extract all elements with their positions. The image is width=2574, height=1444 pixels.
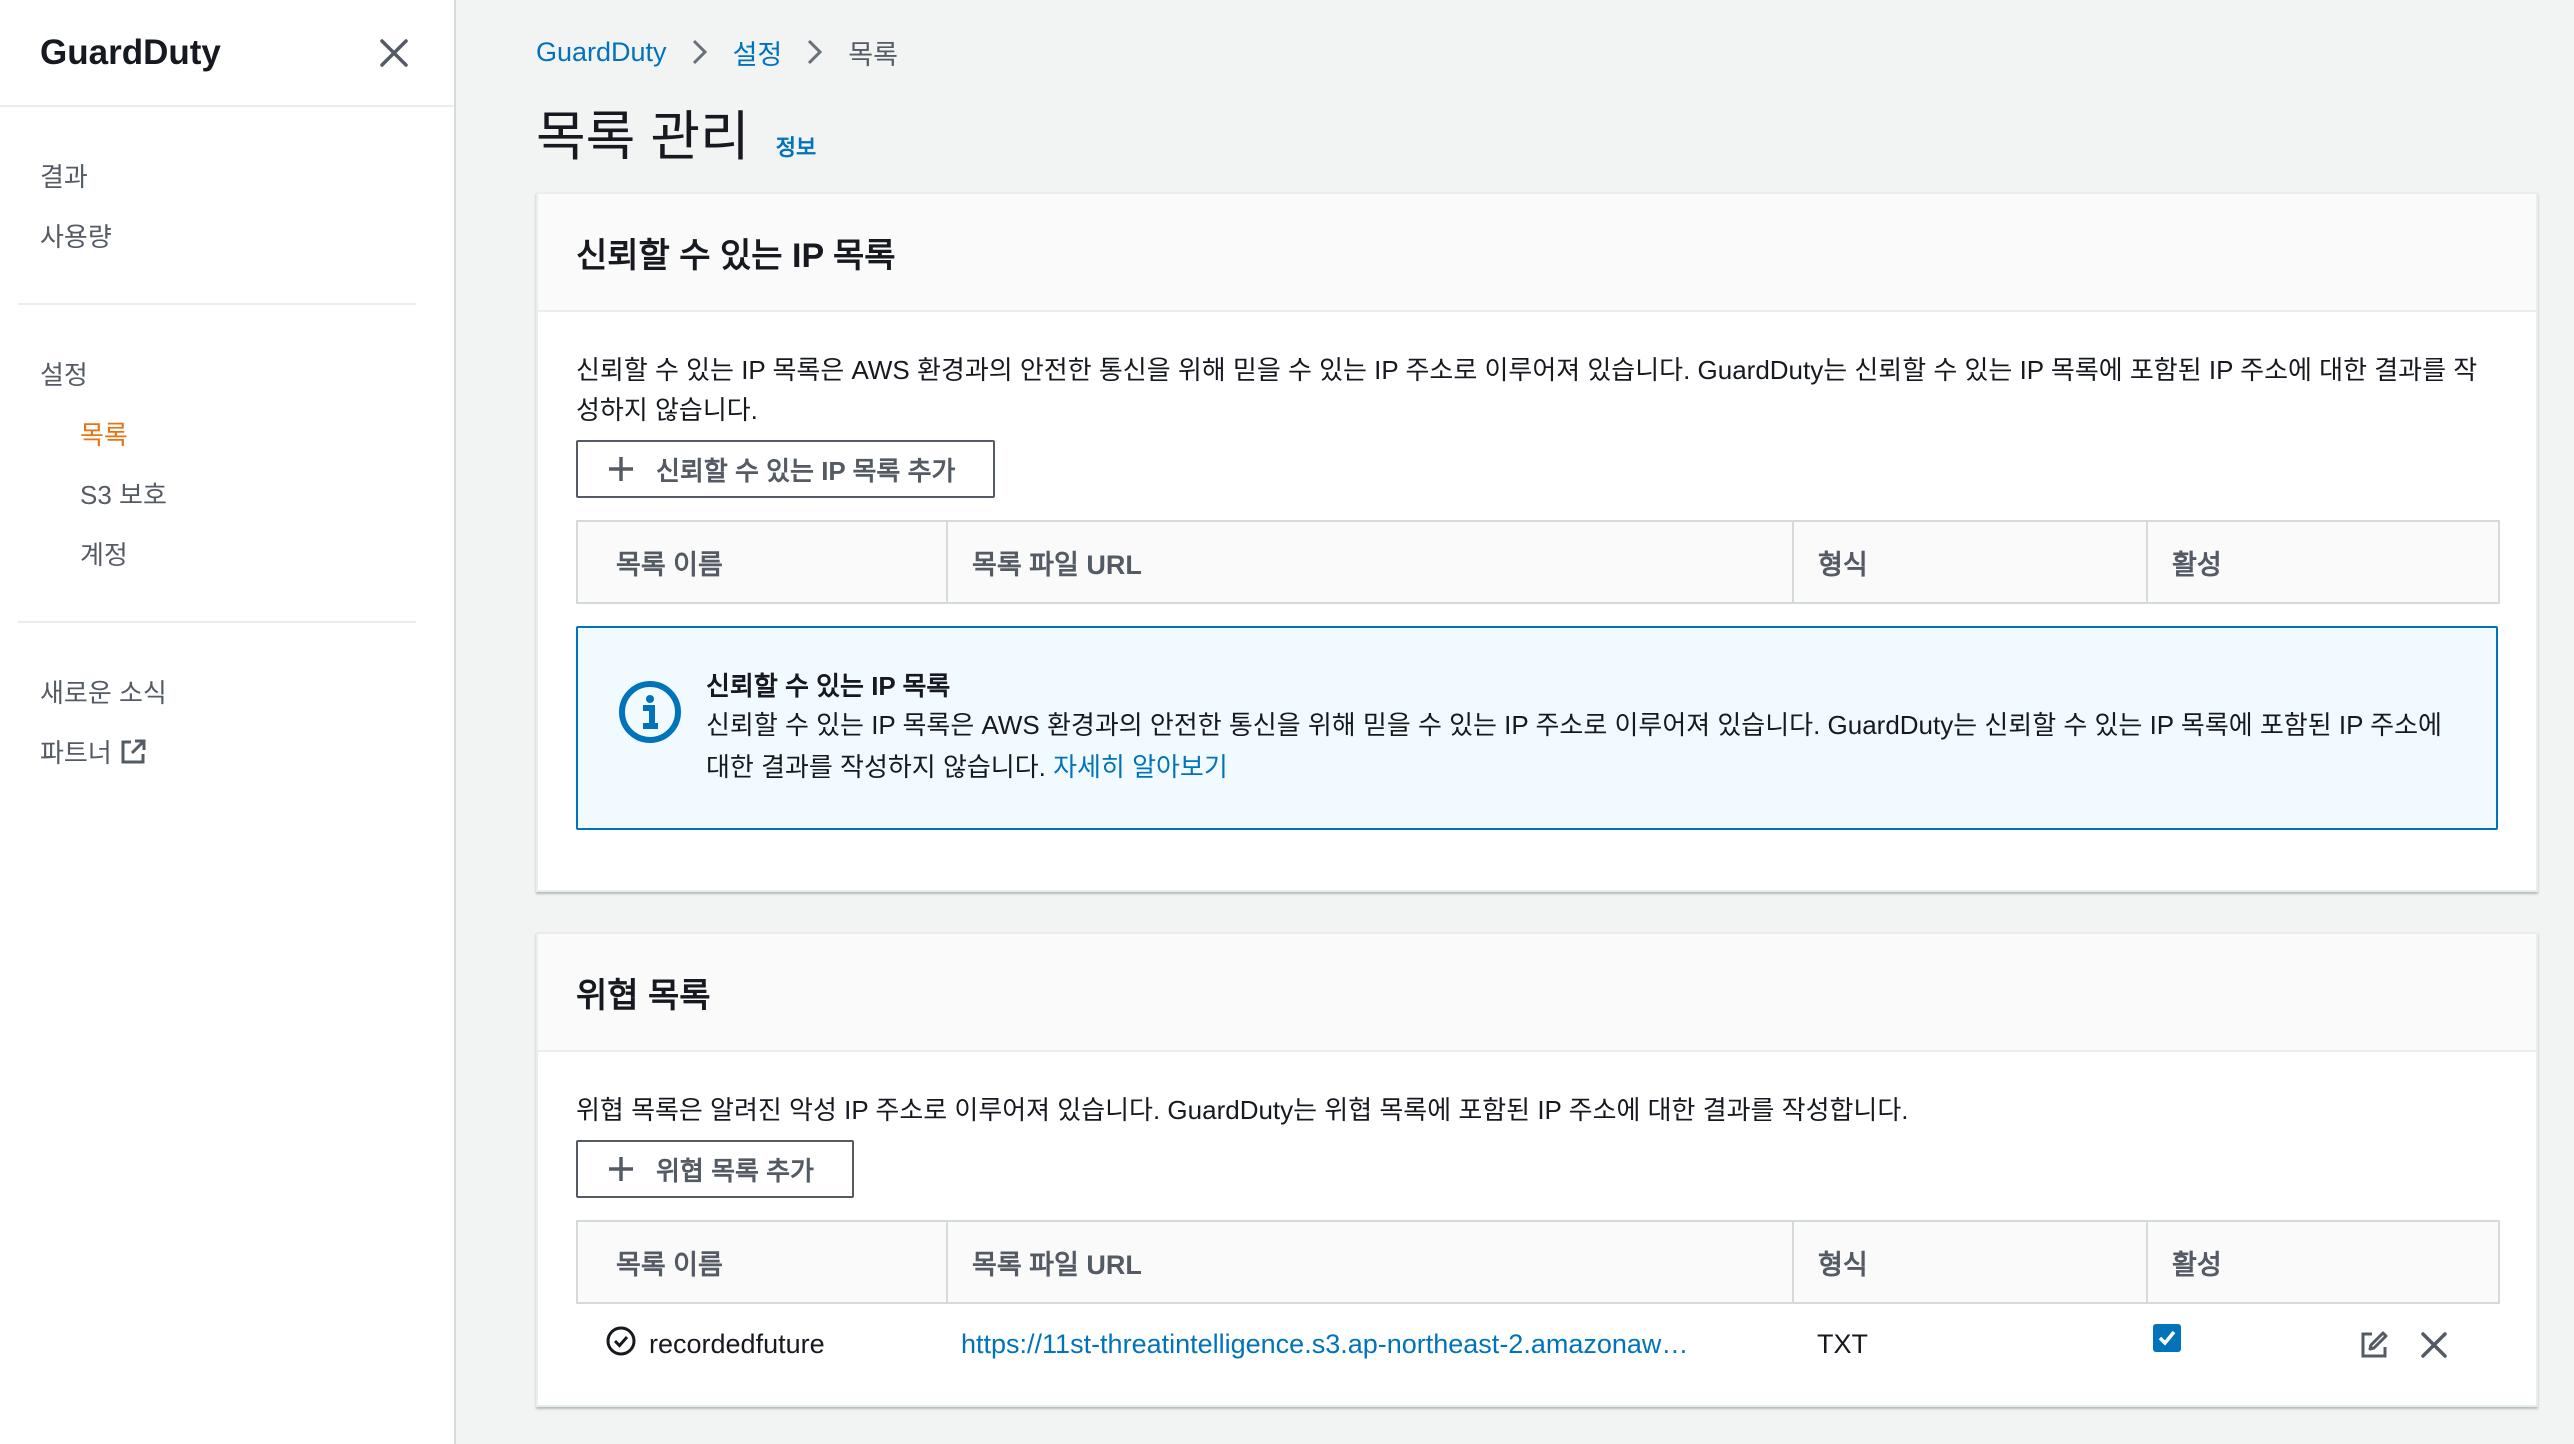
- sidebar-item-usage[interactable]: 사용량: [18, 207, 416, 267]
- trusted-ip-table: 목록 이름 목록 파일 URL 형식 활성: [576, 520, 2500, 604]
- row-name-wrap: recordedfuture: [605, 1325, 947, 1364]
- info-link[interactable]: 정보: [776, 130, 816, 162]
- threat-list-title: 위협 목록: [576, 976, 711, 1015]
- alert-title: 신뢰할 수 있는 IP 목록: [706, 671, 951, 701]
- cell-file-url: https://11st-threatintelligence.s3.ap-no…: [947, 1303, 1793, 1385]
- sidebar-item-lists[interactable]: 목록: [18, 405, 416, 465]
- sidebar-item-accounts[interactable]: 계정: [18, 525, 416, 585]
- sidebar-item-settings[interactable]: 설정: [18, 345, 416, 405]
- column-header-active[interactable]: 활성: [2146, 1220, 2500, 1304]
- checkmark-icon: [2158, 1330, 2176, 1346]
- breadcrumb-settings[interactable]: 설정: [733, 33, 783, 72]
- sidebar-section-extra: 새로운 소식 파트너: [18, 623, 416, 824]
- table-header-row: 목록 이름 목록 파일 URL 형식 활성: [576, 1220, 2500, 1304]
- learn-more-link[interactable]: 자세히 알아보기: [1053, 752, 1228, 782]
- sidebar-title[interactable]: GuardDuty: [40, 33, 221, 73]
- breadcrumb-current: 목록: [848, 39, 898, 70]
- sidebar-item-partners[interactable]: 파트너: [18, 723, 416, 788]
- chevron-right-icon: [806, 38, 824, 66]
- trusted-ip-info-alert: 신뢰할 수 있는 IP 목록 신뢰할 수 있는 IP 목록은 AWS 환경과의 …: [576, 626, 2498, 830]
- active-checkbox[interactable]: [2153, 1323, 2181, 1352]
- cell-format: TXT: [1817, 1329, 1868, 1359]
- table-header-row: 목록 이름 목록 파일 URL 형식 활성: [576, 520, 2500, 604]
- row-actions: [2359, 1330, 2499, 1360]
- sidebar-item-partners-label: 파트너: [40, 738, 112, 768]
- external-link-icon: [118, 737, 148, 776]
- column-header-list-name[interactable]: 목록 이름: [576, 1220, 948, 1304]
- column-header-active[interactable]: 활성: [2146, 520, 2500, 604]
- threat-list-panel: 위협 목록 위협 목록은 알려진 악성 IP 주소로 이루어져 있습니다. Gu…: [536, 932, 2538, 1407]
- edit-icon[interactable]: [2359, 1330, 2389, 1360]
- add-trusted-ip-list-button[interactable]: 신뢰할 수 있는 IP 목록 추가: [576, 440, 996, 498]
- plus-icon: [606, 454, 636, 484]
- add-threat-list-label: 위협 목록 추가: [656, 1155, 814, 1186]
- column-header-format[interactable]: 형식: [1792, 520, 2148, 604]
- trusted-ip-panel-header: 신뢰할 수 있는 IP 목록: [538, 194, 2536, 312]
- page-header: 목록 관리 정보: [536, 92, 2538, 172]
- sidebar-item-whats-new[interactable]: 새로운 소식: [18, 663, 416, 723]
- alert-content: 신뢰할 수 있는 IP 목록 신뢰할 수 있는 IP 목록은 AWS 환경과의 …: [706, 668, 2456, 788]
- column-header-file-url[interactable]: 목록 파일 URL: [946, 1220, 1794, 1304]
- cell-list-name: recordedfuture: [577, 1303, 947, 1385]
- trusted-ip-panel: 신뢰할 수 있는 IP 목록 신뢰할 수 있는 IP 목록은 AWS 환경과의 …: [536, 192, 2538, 892]
- add-threat-list-button[interactable]: 위협 목록 추가: [576, 1140, 854, 1198]
- trusted-ip-description: 신뢰할 수 있는 IP 목록은 AWS 환경과의 안전한 통신을 위해 믿을 수…: [576, 355, 2478, 425]
- chevron-right-icon: [691, 38, 709, 66]
- check-circle-icon: [605, 1325, 649, 1364]
- threat-list-description: 위협 목록은 알려진 악성 IP 주소로 이루어져 있습니다. GuardDut…: [576, 1095, 1909, 1125]
- plus-icon: [606, 1154, 636, 1184]
- list-file-url-link[interactable]: https://11st-threatintelligence.s3.ap-no…: [961, 1329, 1781, 1360]
- sidebar-section-settings: 설정 목록 S3 보호 계정: [18, 305, 416, 623]
- main-content: GuardDuty 설정 목록 목록 관리 정보 신뢰할 수 있는 IP 목록 …: [536, 0, 2538, 1407]
- threat-list-panel-body: 위협 목록은 알려진 악성 IP 주소로 이루어져 있습니다. GuardDut…: [538, 1052, 2536, 1405]
- threat-list-table: 목록 이름 목록 파일 URL 형식 활성 recordedfuture htt…: [576, 1220, 2500, 1385]
- column-header-file-url[interactable]: 목록 파일 URL: [946, 520, 1794, 604]
- trusted-ip-panel-body: 신뢰할 수 있는 IP 목록은 AWS 환경과의 안전한 통신을 위해 믿을 수…: [538, 312, 2536, 890]
- breadcrumb-guardduty[interactable]: GuardDuty: [536, 37, 667, 68]
- sidebar-header: GuardDuty: [0, 0, 454, 107]
- column-header-list-name[interactable]: 목록 이름: [576, 520, 948, 604]
- page-title: 목록 관리: [536, 107, 750, 167]
- sidebar-item-findings[interactable]: 결과: [18, 147, 416, 207]
- breadcrumb: GuardDuty 설정 목록: [536, 0, 2538, 104]
- sidebar: GuardDuty 결과 사용량 설정 목록 S3 보호 계정 새로운 소식 파…: [0, 0, 456, 1444]
- close-icon[interactable]: [374, 33, 414, 73]
- sidebar-section-main: 결과 사용량: [18, 107, 416, 305]
- trusted-ip-title: 신뢰할 수 있는 IP 목록: [576, 236, 896, 275]
- threat-list-panel-header: 위협 목록: [538, 934, 2536, 1052]
- add-trusted-ip-list-label: 신뢰할 수 있는 IP 목록 추가: [656, 455, 956, 486]
- alert-text: 신뢰할 수 있는 IP 목록은 AWS 환경과의 안전한 통신을 위해 믿을 수…: [706, 704, 2456, 788]
- column-header-format[interactable]: 형식: [1792, 1220, 2148, 1304]
- list-name: recordedfuture: [649, 1329, 825, 1359]
- info-icon: [618, 668, 684, 788]
- sidebar-item-s3-protection[interactable]: S3 보호: [18, 465, 416, 525]
- active-cell-wrap: [2153, 1323, 2499, 1360]
- alert-body: 신뢰할 수 있는 IP 목록은 AWS 환경과의 안전한 통신을 위해 믿을 수…: [706, 710, 2442, 782]
- cell-active: [2147, 1303, 2499, 1385]
- table-row: recordedfuture https://11st-threatintell…: [577, 1303, 2499, 1385]
- delete-icon[interactable]: [2419, 1330, 2449, 1360]
